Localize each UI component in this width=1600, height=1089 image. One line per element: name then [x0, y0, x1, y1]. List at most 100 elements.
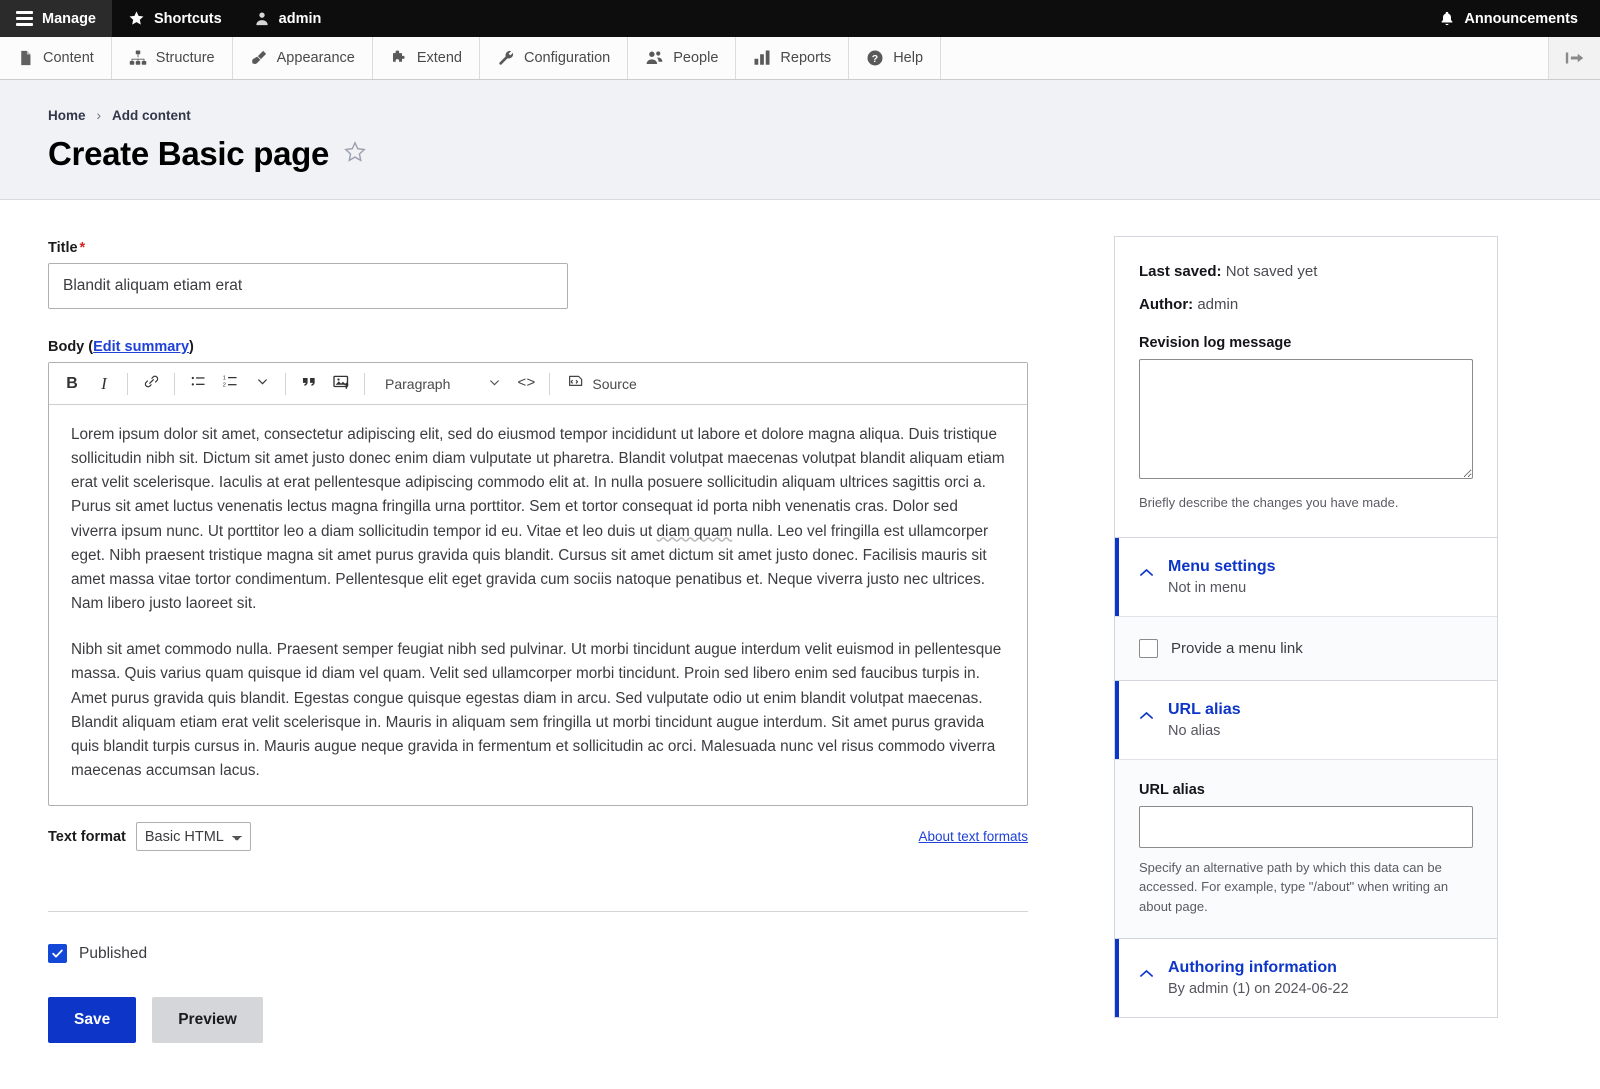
insert-image-icon	[332, 373, 351, 395]
nav-item-extend[interactable]: Extend	[373, 37, 480, 79]
url-alias-input[interactable]	[1139, 805, 1473, 848]
accordion-url-alias: URL alias No alias URL alias Specify an …	[1114, 680, 1498, 940]
link-icon	[143, 373, 160, 394]
meta-card-body: Last saved: Not saved yet Author: admin …	[1115, 237, 1497, 537]
last-saved-value: Not saved yet	[1225, 263, 1318, 280]
page-title-row: Create Basic page	[48, 135, 1600, 173]
puzzle-icon	[390, 49, 408, 67]
admin-secondary-nav: Content Structure Appearance Extend Conf…	[0, 37, 1600, 80]
preview-button[interactable]: Preview	[152, 997, 263, 1044]
chevron-down-icon	[488, 376, 501, 392]
star-outline-icon[interactable]	[343, 140, 367, 169]
nav-item-help[interactable]: ? Help	[849, 37, 942, 79]
url-alias-header[interactable]: URL alias No alias	[1115, 680, 1497, 759]
last-saved-line: Last saved: Not saved yet	[1139, 263, 1473, 280]
admin-bar-spacer	[337, 0, 1423, 37]
menu-settings-title: Menu settings	[1168, 557, 1276, 575]
save-button[interactable]: Save	[48, 997, 137, 1044]
text-format-select[interactable]: Basic HTML	[135, 822, 251, 852]
admin-bar-item-account[interactable]: admin	[238, 0, 338, 37]
admin-bar-item-manage[interactable]: Manage	[0, 0, 112, 37]
url-alias-summary: No alias	[1168, 722, 1221, 739]
published-checkbox[interactable]	[48, 944, 67, 964]
authoring-information-title: Authoring information	[1168, 959, 1337, 977]
link-button[interactable]	[136, 369, 166, 399]
nav-item-structure[interactable]: Structure	[112, 37, 233, 79]
menu-settings-summary: Not in menu	[1168, 579, 1247, 596]
insert-image-button[interactable]	[326, 369, 356, 399]
nav-item-reports[interactable]: Reports	[736, 37, 850, 79]
toolbar-separator	[285, 372, 286, 395]
nav-label-help: Help	[893, 50, 924, 66]
last-saved-label: Last saved:	[1139, 263, 1222, 280]
nav-label-configuration: Configuration	[524, 50, 611, 66]
meta-card: Last saved: Not saved yet Author: admin …	[1114, 236, 1498, 538]
nav-label-content: Content	[43, 50, 94, 66]
menu-settings-header[interactable]: Menu settings Not in menu	[1115, 537, 1497, 616]
breadcrumb-separator-icon: ›	[96, 108, 102, 123]
revision-log-textarea[interactable]	[1139, 359, 1473, 479]
user-icon	[254, 10, 270, 27]
url-alias-field-label: URL alias	[1139, 781, 1205, 798]
node-form-sidebar: Last saved: Not saved yet Author: admin …	[1114, 200, 1498, 1019]
provide-menu-link-checkbox[interactable]	[1139, 638, 1158, 658]
nav-filler	[941, 37, 1548, 79]
question-circle-icon: ?	[866, 49, 884, 67]
url-alias-text: URL alias No alias	[1168, 701, 1241, 739]
breadcrumb-item-home[interactable]: Home	[48, 108, 86, 123]
form-actions: Save Preview	[48, 997, 1058, 1083]
text-format-row: Text format Basic HTML About text format…	[48, 822, 1028, 852]
italic-button[interactable]: I	[89, 369, 119, 399]
star-icon	[128, 10, 145, 27]
breadcrumb-item-add-content[interactable]: Add content	[112, 108, 191, 123]
text-format-label: Text format	[48, 828, 126, 845]
author-line: Author: admin	[1139, 296, 1473, 313]
about-text-formats-link[interactable]: About text formats	[918, 829, 1028, 844]
people-icon	[645, 49, 664, 67]
editor-content-area[interactable]: Lorem ipsum dolor sit amet, consectetur …	[49, 405, 1027, 805]
edit-summary-link[interactable]: Edit summary	[93, 339, 189, 355]
admin-toolbar: Manage Shortcuts admin Announcements	[0, 0, 1600, 37]
announcements-button[interactable]: Announcements	[1423, 0, 1600, 37]
title-input[interactable]	[48, 263, 568, 309]
source-editing-button[interactable]: Source	[558, 369, 645, 399]
admin-bar-label-shortcuts: Shortcuts	[154, 10, 222, 27]
nav-label-appearance: Appearance	[276, 50, 355, 66]
title-field-label: Title *	[48, 240, 86, 256]
hamburger-icon	[16, 11, 33, 26]
author-label: Author:	[1139, 296, 1194, 313]
editor-toolbar: B I 12 Paragraph <> Source	[49, 363, 1027, 405]
code-button[interactable]: <>	[511, 369, 541, 399]
toolbar-separator	[174, 372, 175, 395]
nav-item-people[interactable]: People	[628, 37, 737, 79]
nav-item-appearance[interactable]: Appearance	[233, 37, 373, 79]
nav-label-people: People	[673, 50, 719, 66]
list-options-dropdown[interactable]	[247, 369, 277, 399]
authoring-information-header[interactable]: Authoring information By admin (1) on 20…	[1115, 939, 1497, 1018]
svg-text:?: ?	[872, 53, 878, 65]
block-quote-icon	[300, 373, 318, 394]
provide-menu-link-row: Provide a menu link	[1139, 638, 1473, 658]
bulleted-list-button[interactable]	[183, 369, 213, 399]
nav-item-content[interactable]: Content	[0, 37, 112, 79]
page-header: Home › Add content Create Basic page	[0, 80, 1600, 200]
numbered-list-button[interactable]: 12	[215, 369, 245, 399]
page-title: Create Basic page	[48, 135, 330, 172]
sitemap-icon	[129, 49, 147, 67]
url-alias-body: URL alias Specify an alternative path by…	[1115, 758, 1497, 939]
bold-button[interactable]: B	[57, 369, 87, 399]
accordion-authoring-information: Authoring information By admin (1) on 20…	[1114, 939, 1498, 1019]
form-divider	[48, 911, 1028, 913]
accordion-menu-settings: Menu settings Not in menu Provide a menu…	[1114, 537, 1498, 681]
block-quote-button[interactable]	[294, 369, 324, 399]
collapse-toolbar-icon[interactable]	[1548, 37, 1600, 79]
paragraph-style-dropdown[interactable]: Paragraph	[377, 369, 509, 399]
menu-settings-body: Provide a menu link	[1115, 615, 1497, 680]
nav-label-extend: Extend	[416, 50, 462, 66]
admin-bar-label-account: admin	[278, 10, 322, 27]
page-layout: Title* Body (Edit summary) B I	[0, 200, 1600, 1083]
nav-item-configuration[interactable]: Configuration	[480, 37, 629, 79]
url-alias-title: URL alias	[1168, 700, 1241, 718]
chevron-down-icon	[256, 375, 269, 392]
admin-bar-item-shortcuts[interactable]: Shortcuts	[112, 0, 238, 37]
